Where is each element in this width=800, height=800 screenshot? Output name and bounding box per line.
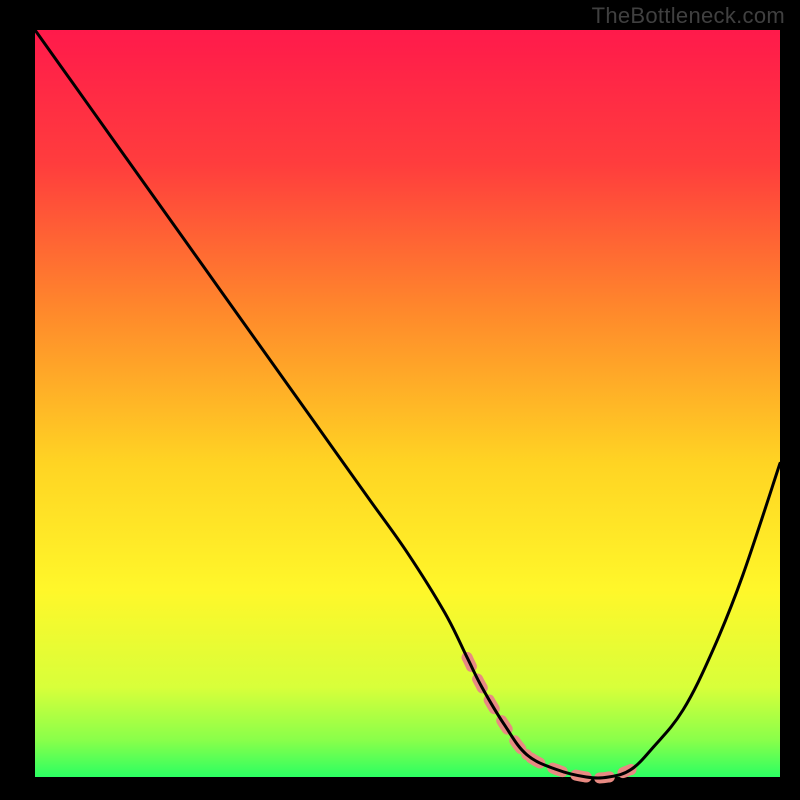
watermark-text: TheBottleneck.com [592, 3, 785, 29]
bottleneck-chart [0, 0, 800, 800]
bottleneck-curve [35, 30, 780, 778]
highlight-optimal-zone [467, 657, 631, 778]
